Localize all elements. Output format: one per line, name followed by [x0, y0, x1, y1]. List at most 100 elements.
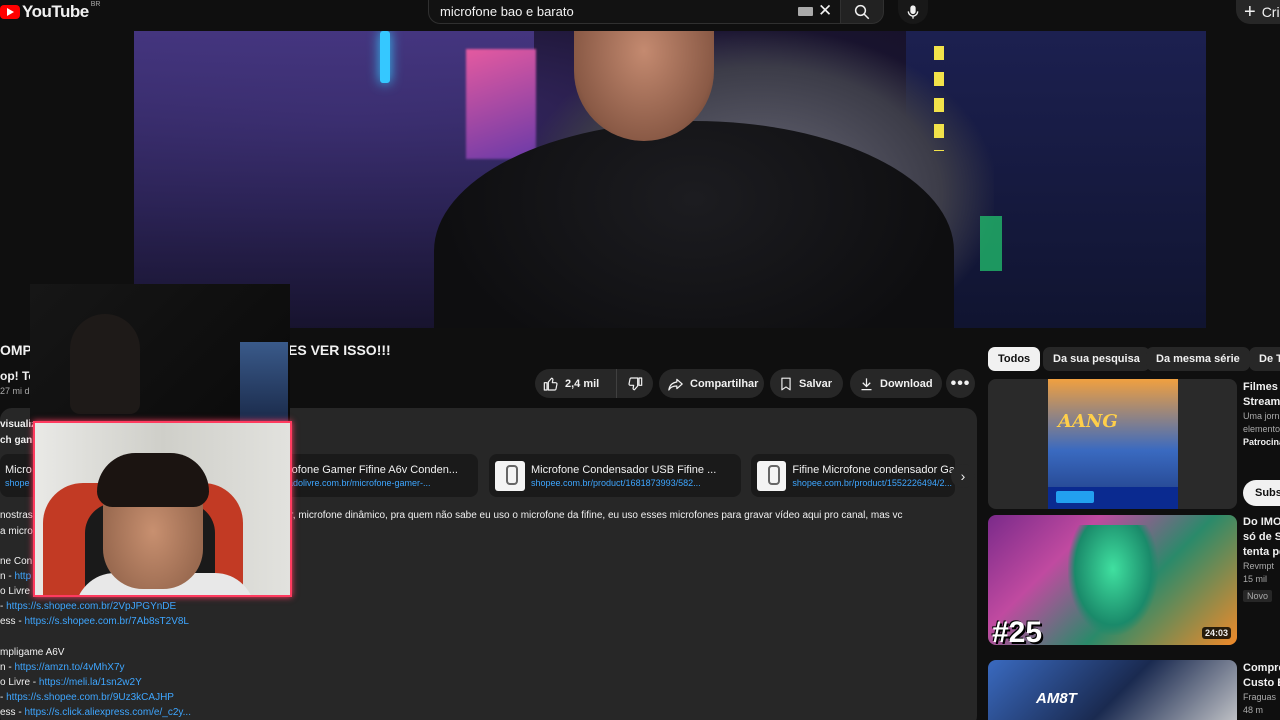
product-link[interactable]: shopee.com.br/product/1552226494/2... [792, 478, 955, 488]
voice-search-button[interactable] [898, 0, 928, 24]
download-icon [861, 377, 872, 390]
link-label: n - [0, 662, 15, 673]
cam-screen [240, 342, 288, 422]
product-thumbnail [757, 460, 787, 491]
link-label: o Livre - [0, 677, 39, 688]
link-label: ess - [0, 707, 25, 718]
related-title: só de S [1243, 531, 1280, 543]
link-line: - https://s.shopee.com.br/9Uz3kCAJHP [0, 692, 174, 703]
microphone-icon [907, 5, 919, 19]
video-frame-green-light [980, 216, 1002, 271]
search-input[interactable] [440, 4, 790, 19]
chevron-right-icon: › [960, 468, 966, 484]
link-url[interactable]: https://amzn.to/4vMhX7y [14, 662, 124, 673]
link-line: n - https://amzn.to/4vMhX7y [0, 662, 125, 673]
related-meta[interactable]: Filmes e Streami Uma jorn elemento Patro… [1243, 380, 1280, 449]
description-text-line2: a micro [0, 526, 33, 537]
product-title: Micro [5, 463, 32, 476]
link-url[interactable]: https://s.shopee.com.br/9Uz3kCAJHP [6, 692, 174, 703]
save-button[interactable]: Salvar [770, 369, 843, 398]
share-label: Compartilhar [690, 377, 759, 390]
related-views: 48 m [1243, 705, 1264, 715]
logo-text: YouTube [22, 2, 89, 21]
clear-search-icon[interactable]: ✕ [818, 0, 832, 22]
related-thumbnail[interactable]: #25 24:03 [988, 515, 1237, 645]
video-frame-lights [934, 46, 944, 151]
product-thumbnail [495, 460, 525, 491]
video-frame-neon [380, 31, 390, 83]
link-url[interactable]: http [14, 571, 31, 582]
product-link[interactable]: adolivre.com.br/microfone-gamer-... [288, 478, 458, 488]
link-line: n - http [0, 571, 31, 582]
video-player[interactable] [134, 31, 1206, 328]
product-card[interactable]: Microfone Condensador USB Fifine ... sho… [489, 454, 741, 497]
search-icon [854, 4, 870, 19]
product-title: rofone Gamer Fifine A6v Conden... [288, 463, 458, 476]
product-link[interactable]: shope [5, 478, 32, 488]
more-actions-button[interactable]: ••• [946, 369, 975, 398]
thumbnail-character [1068, 525, 1158, 635]
related-subtitle: Uma jorn [1243, 411, 1280, 421]
poster-title: AANG [1058, 411, 1118, 432]
link-line: ess - https://s.click.aliexpress.com/e/_… [0, 707, 191, 718]
like-dislike-group: 2,4 mil [535, 369, 653, 398]
save-label: Salvar [799, 377, 833, 390]
link-url[interactable]: https://meli.la/1sn2w2Y [39, 677, 142, 688]
link-label: o Livre [0, 586, 31, 597]
thumbs-down-icon [628, 376, 643, 390]
cam-person [70, 314, 140, 414]
link-label: ne Con [0, 556, 33, 567]
hashtags-meta: ch ganl [0, 435, 36, 446]
link-line: mpligame A6V [0, 647, 64, 658]
related-channel: Fraguas [1243, 692, 1277, 702]
thumbnail-number: #25 [992, 616, 1043, 646]
related-thumbnail[interactable]: AM8T [988, 660, 1237, 720]
related-meta[interactable]: Compre Custo B Fraguas 48 m [1243, 661, 1280, 717]
play-logo-icon [0, 5, 20, 19]
dislike-button[interactable] [617, 369, 653, 398]
share-button[interactable]: Compartilhar [659, 369, 764, 398]
youtube-logo[interactable]: YouTube BR [0, 0, 100, 24]
related-thumbnail[interactable]: AANG [988, 379, 1237, 509]
related-title: Custo B [1243, 677, 1280, 689]
poster-cta [1056, 491, 1094, 503]
link-line: ess - https://s.shopee.com.br/7Ab8sT2V8L [0, 616, 189, 627]
plus-icon: + [1244, 1, 1256, 23]
chip-all[interactable]: Todos [988, 347, 1041, 371]
create-button[interactable]: + Cri [1236, 0, 1280, 24]
related-subtitle: elemento [1243, 424, 1280, 434]
related-meta[interactable]: Do IMO só de S tenta pe Revmpt 15 mil No… [1243, 515, 1280, 604]
link-line: ne Con [0, 556, 32, 567]
product-link[interactable]: shopee.com.br/product/1681873993/582... [531, 478, 716, 488]
chip-from-search[interactable]: Da sua pesquisa [1043, 347, 1150, 371]
new-badge: Novo [1243, 590, 1273, 602]
link-url[interactable]: https://s.shopee.com.br/2VpJPGYnDE [6, 601, 176, 612]
search-button[interactable] [840, 0, 884, 24]
chip-same-series[interactable]: Da mesma série [1146, 347, 1250, 371]
products-next-button[interactable]: › [951, 464, 975, 488]
related-title: Do IMO [1243, 516, 1280, 528]
related-channel: Revmpt [1243, 561, 1275, 571]
download-button[interactable]: Download [850, 369, 942, 398]
subscribe-button[interactable]: Subs [1243, 480, 1280, 506]
link-url[interactable]: https://s.shopee.com.br/7Ab8sT2V8L [24, 616, 189, 627]
like-count: 2,4 mil [565, 377, 600, 390]
link-url[interactable]: https://s.click.aliexpress.com/e/_c2y... [24, 707, 191, 718]
subscriber-count: 27 mi d [0, 386, 30, 396]
chip-from-channel[interactable]: De Te [1249, 347, 1280, 371]
product-title: Microfone Condensador USB Fifine ... [531, 463, 717, 476]
related-title: Compre [1243, 662, 1280, 674]
description-text: r, microfone dinâmico, pra quem não sabe… [290, 510, 903, 521]
related-title: Filmes e [1243, 381, 1280, 393]
create-label: Cri [1261, 4, 1280, 20]
like-button[interactable]: 2,4 mil [535, 369, 617, 398]
thumbnail-text: AM8T [1036, 690, 1077, 707]
keyboard-icon[interactable] [798, 7, 813, 16]
search-box[interactable]: ✕ [428, 0, 840, 24]
product-card[interactable]: rofone Gamer Fifine A6v Conden... adoliv… [282, 454, 478, 497]
logo-region: BR [90, 0, 101, 8]
product-title: Fifine Microfone condensador Ga [792, 463, 955, 476]
description-text-left: nostras [0, 510, 33, 521]
video-title-left: OMP [0, 342, 32, 358]
product-card[interactable]: Fifine Microfone condensador Ga shopee.c… [751, 454, 955, 497]
